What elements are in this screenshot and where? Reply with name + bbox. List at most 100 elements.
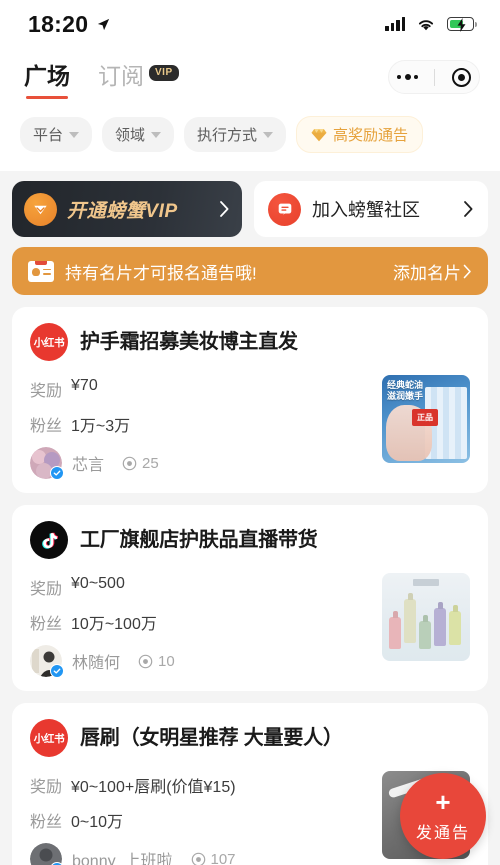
fans-label: 粉丝 [30,616,63,633]
app-screen: 18:20 广场 订阅 VIP 平台 领域 执行方式 高奖励通告 开通螃蟹VIP… [0,0,500,865]
vip-diamond-icon [24,192,57,226]
view-count-value: 25 [142,454,159,472]
wifi-icon [418,19,434,30]
publish-task-fab[interactable]: + 发通告 [400,773,486,859]
card-header: 工厂旗舰店护肤品直播带货 [30,521,470,559]
thumb-seal: 正品 [412,409,438,426]
fans-label: 粉丝 [30,418,63,435]
chevron-right-icon [464,201,473,217]
card-title: 护手霜招募美妆博主直发 [80,331,298,353]
tab-plaza-label: 广场 [24,63,70,89]
reward-row: 奖励 ¥0~500 [30,575,382,599]
more-dots-icon[interactable] [397,74,419,80]
view-count: 10 [138,653,175,670]
reward-value: ¥0~100+唇刷(价值¥15) [71,779,236,796]
card-meta: 奖励 ¥70 粉丝 1万~3万 芯言 25 [30,375,382,480]
card-user-row[interactable]: 芯言 25 [30,447,382,480]
chat-bubble-icon [268,192,301,226]
task-card[interactable]: 小红书 护手霜招募美妆博主直发 奖励 ¥70 粉丝 1万~3万 芯言 25 经典… [12,307,488,493]
avatar [30,843,64,865]
status-bar-right [385,17,478,32]
capsule-divider [434,68,436,86]
tab-subscribe[interactable]: 订阅 [98,57,144,99]
fans-row: 粉丝 10万~100万 [30,610,382,634]
card-meta: 奖励 ¥0~500 粉丝 10万~100万 林随何 10 [30,573,382,678]
platform-logo-douyin [30,521,68,559]
notice-text: 持有名片才可报名通告哦! [65,263,257,283]
fans-value: 10万~100万 [71,616,157,633]
id-card-icon [28,260,54,282]
gem-icon [311,128,327,141]
chevron-right-icon [463,264,471,278]
view-count-value: 10 [158,652,175,670]
verified-badge-icon [50,466,64,480]
filter-execution[interactable]: 执行方式 [184,117,287,152]
fans-value: 0~10万 [71,814,124,831]
thumb-text-line1: 经典蛇油 [387,380,424,390]
filter-high-reward-label: 高奖励通告 [333,127,409,144]
filter-field[interactable]: 领域 [102,117,175,152]
reward-row: 奖励 ¥70 [30,377,382,401]
banner-row: 开通螃蟹VIP 加入螃蟹社区 [0,171,500,237]
filter-bar: 平台 领域 执行方式 高奖励通告 [0,108,500,171]
battery-charging-icon [447,17,478,32]
filter-platform-label: 平台 [33,127,64,144]
task-card[interactable]: 工厂旗舰店护肤品直播带货 奖励 ¥0~500 粉丝 10万~100万 林随何 1… [12,505,488,691]
location-arrow-icon [98,18,110,30]
fans-row: 粉丝 1万~3万 [30,412,382,436]
view-count-value: 107 [210,850,236,865]
community-banner-label: 加入螃蟹社区 [312,200,420,220]
publish-task-label: 发通告 [415,825,470,842]
reward-label: 奖励 [30,581,63,598]
eye-icon [122,456,137,470]
filter-field-label: 领域 [115,127,146,144]
filter-platform[interactable]: 平台 [20,117,93,152]
card-title: 唇刷（女明星推荐 大量要人） [80,727,343,749]
card-header: 小红书 护手霜招募美妆博主直发 [30,323,470,361]
thumb-text-line2: 滋润嫩手 [387,391,424,402]
tab-bar: 广场 订阅 VIP [24,57,179,99]
user-name: 芯言 [72,457,105,474]
add-namecard-action[interactable]: 添加名片 [393,259,472,284]
reward-row: 奖励 ¥0~100+唇刷(价值¥15) [30,773,382,797]
verified-badge-icon [50,664,64,678]
plus-icon: + [435,787,451,817]
card-header: 小红书 唇刷（女明星推荐 大量要人） [30,719,470,757]
fans-row: 粉丝 0~10万 [30,808,382,832]
card-thumbnail [382,573,470,661]
status-time: 18:20 [28,10,89,37]
card-user-row[interactable]: bonny_上班啦 107 [30,843,382,865]
miniprogram-capsule[interactable] [388,60,480,94]
avatar [30,645,64,678]
card-title: 工厂旗舰店护肤品直播带货 [80,529,318,551]
vip-banner-label: 开通螃蟹VIP [67,200,178,222]
tab-subscribe-wrap[interactable]: 订阅 VIP [98,57,179,99]
namecard-notice-banner[interactable]: 持有名片才可报名通告哦! 添加名片 [12,247,488,295]
target-circle-icon[interactable] [451,67,471,87]
card-thumbnail: 经典蛇油 滋润嫩手 正品 [382,375,470,463]
community-banner[interactable]: 加入螃蟹社区 [254,181,488,237]
card-body: 奖励 ¥70 粉丝 1万~3万 芯言 25 经典蛇油 滋润嫩手 正品 [30,375,470,480]
filter-execution-label: 执行方式 [197,127,258,144]
eye-icon [138,654,153,668]
status-bar-left: 18:20 [28,11,111,38]
chevron-down-icon [69,131,80,138]
add-namecard-label: 添加名片 [393,263,461,283]
tab-subscribe-label: 订阅 [98,63,144,89]
card-user-row[interactable]: 林随何 10 [30,645,382,678]
content-scroll[interactable]: 开通螃蟹VIP 加入螃蟹社区 持有名片才可报名通告哦! 添加名片 小红书 护手霜… [0,171,500,865]
cellular-signal-icon [385,17,405,31]
platform-logo-xiaohongshu: 小红书 [30,323,68,361]
reward-label: 奖励 [30,383,63,400]
vip-badge: VIP [149,65,179,81]
filter-high-reward[interactable]: 高奖励通告 [296,116,424,153]
view-count: 25 [122,455,159,472]
app-header: 广场 订阅 VIP [0,48,500,108]
vip-banner[interactable]: 开通螃蟹VIP [12,181,242,237]
fans-value: 1万~3万 [71,418,131,435]
tab-plaza[interactable]: 广场 [24,57,70,99]
status-bar: 18:20 [0,0,500,48]
chevron-down-icon [151,131,162,138]
chevron-down-icon [263,131,274,138]
user-name: 林随何 [72,655,121,672]
